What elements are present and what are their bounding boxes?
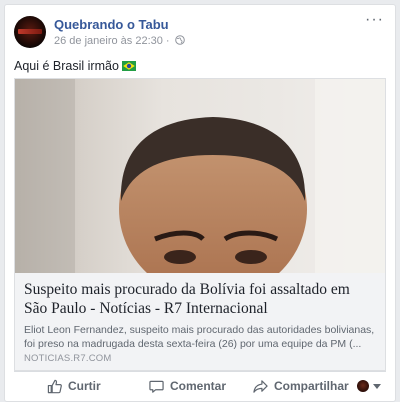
brazil-flag-icon <box>121 61 136 71</box>
share-button[interactable]: Compartilhar <box>253 378 349 394</box>
link-preview-text[interactable]: Suspeito mais procurado da Bolívia foi a… <box>15 273 385 370</box>
post-caption: Aqui é Brasil irmão <box>14 59 136 73</box>
post-actions-bar: Curtir Comentar Compartilhar <box>5 372 395 400</box>
chevron-down-icon <box>373 383 381 389</box>
thumbs-up-icon <box>47 379 62 393</box>
link-preview-image[interactable] <box>15 79 385 273</box>
comment-button[interactable]: Comentar <box>149 378 226 394</box>
link-domain: NOTICIAS.R7.COM <box>24 353 112 364</box>
post-meta: 26 de janeiro às 22:30 · <box>54 35 185 47</box>
caption-text: Aqui é Brasil irmão <box>14 59 119 73</box>
share-arrow-icon <box>253 379 268 393</box>
link-description: Eliot Leon Fernandez, suspeito mais proc… <box>24 324 375 350</box>
avatar-logo-mark <box>18 29 42 34</box>
like-label: Curtir <box>68 379 101 393</box>
page-name-link[interactable]: Quebrando o Tabu <box>54 17 169 32</box>
globe-icon[interactable] <box>174 35 185 45</box>
share-label: Compartilhar <box>274 379 349 393</box>
like-button[interactable]: Curtir <box>47 378 101 394</box>
link-title[interactable]: Suspeito mais procurado da Bolívia foi a… <box>24 280 376 318</box>
meta-separator: · <box>162 35 173 47</box>
comment-label: Comentar <box>170 379 227 393</box>
current-profile-avatar <box>357 380 369 392</box>
link-preview-card[interactable]: Suspeito mais procurado da Bolívia foi a… <box>14 78 386 371</box>
post-timestamp-link[interactable]: 26 de janeiro às 22:30 <box>54 35 163 47</box>
more-options-icon[interactable]: ··· <box>365 12 384 28</box>
comment-icon <box>149 380 164 393</box>
post-card: Quebrando o Tabu 26 de janeiro às 22:30 … <box>4 4 396 402</box>
suspect-photo <box>15 79 385 273</box>
page-avatar[interactable] <box>14 16 46 48</box>
reaction-as-selector[interactable] <box>357 380 381 392</box>
